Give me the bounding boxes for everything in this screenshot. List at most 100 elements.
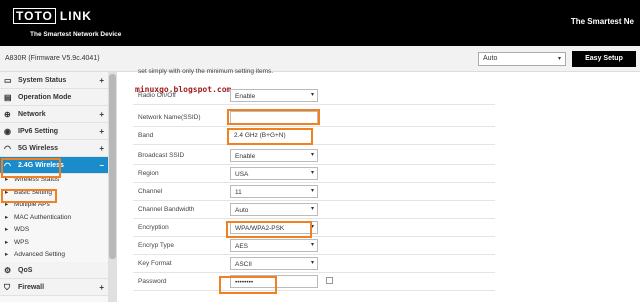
expand-icon: + [99,127,104,136]
ssid-input[interactable] [230,111,318,124]
sidebar-subitem-label: Multiple APs [14,201,50,208]
sidebar-item-ipv6-setting[interactable]: ◉ IPv6 Setting + [0,123,116,140]
wifi-icon: ◠ [4,161,11,170]
field-label: Broadcast SSID [138,152,185,159]
sidebar-item-qos[interactable]: ⚙ QoS [0,261,116,279]
easy-setup-button[interactable]: Easy Setup [572,51,636,67]
sidebar-item-label: QoS [18,266,33,274]
channel-bandwidth-select[interactable]: Auto ▾ [230,203,318,216]
logo: TOTO LINK [13,8,92,24]
select-value: 11 [235,189,242,196]
bullet-icon: ▸ [5,188,9,196]
expand-icon: + [99,76,104,85]
field-label: Radio On/Off [138,92,176,99]
key-format-select[interactable]: ASCII ▾ [230,257,318,270]
select-value: WPA/WPA2-PSK [235,225,285,232]
sidebar-subitem-mac-authentication[interactable]: ▸ MAC Authentication [0,212,116,225]
main-content: set simply with only the minimum setting… [133,68,640,302]
chevron-down-icon: ▾ [310,260,314,266]
select-value: USA [235,171,249,178]
chevron-down-icon: ▾ [310,170,314,176]
band-value: 2.4 GHz (B+G+N) [230,129,318,142]
sidebar-item-label: System Status [18,77,67,84]
bullet-icon: ▸ [5,226,9,233]
expand-icon: + [99,282,104,292]
select-value: Enable [235,153,256,160]
field-label: Region [138,170,159,177]
sidebar-item-label: IPv6 Setting [18,128,59,135]
language-select[interactable]: Auto ▾ [478,52,566,66]
sidebar-item-label: Firewall [18,283,45,291]
sidebar-scrollbar[interactable] [108,72,117,302]
sidebar-item-network[interactable]: ⊕ Network + [0,106,116,123]
show-password-checkbox[interactable] [326,277,333,284]
encryp-type-select[interactable]: AES ▾ [230,239,318,252]
bullet-icon: ▸ [5,201,9,208]
channel-select[interactable]: 11 ▾ [230,185,318,198]
scroll-thumb[interactable] [109,74,116,259]
field-label: Key Format [138,260,172,267]
sidebar-item-label: Operation Mode [18,94,72,101]
ipv6-icon: ◉ [4,127,11,136]
field-label: Channel Bandwidth [138,206,195,213]
wifi-icon: ◠ [4,144,11,153]
region-select[interactable]: USA ▾ [230,167,318,180]
field-label: Channel [138,188,163,195]
field-label: Network Name(SSID) [138,114,201,121]
chevron-down-icon: ▾ [310,206,314,212]
chevron-down-icon: ▾ [310,224,314,230]
top-header: TOTO LINK The Smartest Network Device The… [0,0,640,46]
collapse-icon: − [99,161,104,170]
input-value: •••••••• [235,279,254,286]
row-region: Region USA ▾ [133,165,495,183]
sidebar-item-label: 5G Wireless [18,145,59,152]
sidebar-subitem-label: WDS [14,226,30,233]
sidebar-item-2-4g-wireless[interactable]: ◠ 2.4G Wireless − [0,157,116,174]
shield-icon: ⛉ [4,282,10,292]
header-title: The Smartest Ne [570,17,634,26]
select-value: Auto [235,207,249,214]
sidebar-subitem-label: MAC Authentication [14,213,72,221]
firmware-label: A830R (Firmware V5.9c.4041) [5,55,100,62]
bullet-icon: ▸ [5,251,9,258]
static-value: 2.4 GHz (B+G+N) [234,132,286,139]
chevron-down-icon: ▾ [310,242,314,248]
logo-tagline: The Smartest Network Device [30,31,122,38]
sidebar-subitem-advanced-setting[interactable]: ▸ Advanced Setting [0,249,116,262]
sidebar-item-operation-mode[interactable]: ▤ Operation Mode [0,89,116,106]
password-input[interactable]: •••••••• [230,275,318,288]
sidebar-subitem-wds[interactable]: ▸ WDS [0,224,116,237]
sidebar-subitem-multiple-aps[interactable]: ▸ Multiple APs [0,199,116,212]
logo-text: LINK [59,9,92,23]
select-value: ASCII [235,261,252,268]
bullet-icon: ▸ [5,213,9,221]
sidebar-item-label: Network [18,111,46,118]
row-key-format: Key Format ASCII ▾ [133,255,495,273]
sidebar-subitem-label: Wireless Status [14,176,60,183]
chevron-down-icon: ▾ [310,152,314,158]
row-channel: Channel 11 ▾ [133,183,495,201]
row-band: Band 2.4 GHz (B+G+N) [133,127,495,145]
sidebar-item-firewall[interactable]: ⛉ Firewall + [0,278,116,296]
sub-bar: A830R (Firmware V5.9c.4041) Auto ▾ Easy … [0,46,640,72]
sidebar-subitem-label: WPS [14,238,29,246]
select-value: Enable [235,93,256,100]
row-encryption: Encryption WPA/WPA2-PSK ▾ [133,219,495,237]
sidebar-subitem-label: Advanced Setting [14,251,65,258]
encryption-select[interactable]: WPA/WPA2-PSK ▾ [230,221,318,234]
sidebar-subitem-wps[interactable]: ▸ WPS [0,237,116,250]
expand-icon: + [99,110,104,119]
chevron-down-icon: ▾ [557,56,561,62]
sidebar-item-label: 2.4G Wireless [18,162,64,169]
globe-icon: ⊕ [4,110,11,119]
sidebar-subitem-wireless-status[interactable]: ▸ Wireless Status [0,174,116,187]
sidebar-item-5g-wireless[interactable]: ◠ 5G Wireless + [0,140,116,157]
chevron-down-icon: ▾ [310,92,314,98]
broadcast-ssid-select[interactable]: Enable ▾ [230,149,318,162]
sidebar-item-system-status[interactable]: ▭ System Status + [0,72,116,89]
select-value: AES [235,243,249,250]
sidebar-subitem-basic-setting[interactable]: ▸ Basic Setting [0,187,116,200]
expand-icon: + [99,144,104,153]
field-label: Band [138,132,154,139]
radio-select[interactable]: Enable ▾ [230,89,318,102]
